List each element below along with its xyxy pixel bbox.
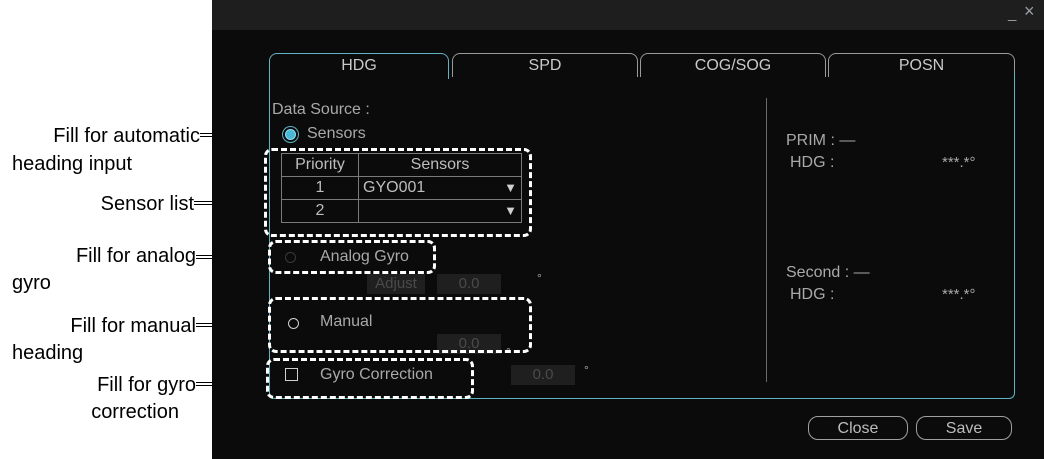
annotation-text: heading [12,342,84,364]
annotation-automatic-heading: Fill for automatic [8,124,200,148]
annotation-manual-heading-line2: heading [12,341,202,365]
sensors-label: Sensors [307,125,366,142]
highlight-analog-gyro [268,240,436,274]
annotation-sensor-list: Sensor list [8,192,194,216]
degree-symbol: ° [537,271,542,285]
tab-label: HDG [341,57,377,74]
tab-label: POSN [898,57,945,74]
adjust-label: Adjust [375,275,417,292]
tab-hdg[interactable]: HDG [269,53,449,79]
second-hdg-value: ***.*° [942,286,976,303]
adjust-label-box: Adjust [367,274,425,294]
second-label: Second : — [786,264,870,281]
divider [766,98,767,382]
close-icon[interactable]: × [1024,2,1035,20]
highlight-manual [268,297,532,353]
annotation-manual-heading: Fill for manual [8,314,196,338]
data-source-label: Data Source : [272,101,370,118]
tab-label: COG/SOG [694,57,772,74]
annotation-text: heading input [12,153,133,175]
highlight-gyro-correction [266,358,474,399]
annotation-text: Fill for analog [75,245,196,267]
title-bar: _ × [212,0,1044,30]
prim-label: PRIM : — [786,132,856,149]
save-button[interactable]: Save [916,416,1012,440]
minimize-icon[interactable]: _ [1008,6,1016,22]
annotation-analog-gyro-line2: gyro [12,271,202,295]
tab-label: SPD [528,57,562,74]
gyro-correction-value: 0.0 [532,366,554,383]
annotation-text: correction [91,401,179,423]
annotation-text: Sensor list [100,193,194,215]
annotation-text: gyro [12,272,51,294]
sensors-radio[interactable] [285,129,296,140]
degree-symbol: ° [584,363,589,377]
annotation-automatic-heading-line2: heading input [12,152,202,176]
close-button[interactable]: Close [808,416,908,440]
annotation-gyro-correction: Fill for gyro [8,373,196,397]
close-button-label: Close [837,420,879,437]
prim-hdg-value: ***.*° [942,154,976,171]
gyro-correction-input[interactable]: 0.0 [511,365,575,385]
adjust-value: 0.0 [458,275,480,292]
second-hdg-label: HDG : [790,286,835,303]
save-button-label: Save [945,420,983,437]
annotation-analog-gyro: Fill for analog [8,244,196,268]
annotation-text: Fill for gyro [97,374,196,396]
adjust-input[interactable]: 0.0 [437,274,501,294]
annotation-text: Fill for automatic [53,125,200,147]
highlight-sensor-list [264,148,532,237]
annotation-gyro-correction-line2: correction [8,400,179,424]
hdg-settings-dialog: _ × HDG SPD COG/SOG POSN Data Source : S… [212,0,1044,459]
prim-hdg-label: HDG : [790,154,835,171]
annotation-text: Fill for manual [70,315,196,337]
